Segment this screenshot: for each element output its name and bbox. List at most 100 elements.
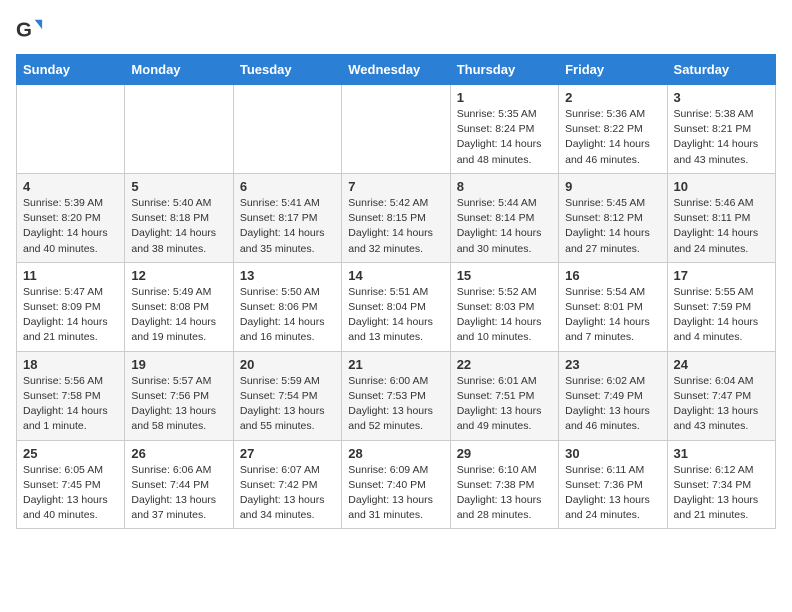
calendar-day-header: Sunday (17, 55, 125, 85)
calendar-cell: 19 Sunrise: 5:57 AM Sunset: 7:56 PM Dayli… (125, 351, 233, 440)
calendar-cell: 7 Sunrise: 5:42 AM Sunset: 8:15 PM Daylig… (342, 173, 450, 262)
day-info: Sunrise: 6:10 AM Sunset: 7:38 PM Dayligh… (457, 463, 552, 524)
logo-icon: G (16, 16, 44, 44)
day-number: 26 (131, 446, 226, 461)
calendar-cell: 6 Sunrise: 5:41 AM Sunset: 8:17 PM Daylig… (233, 173, 341, 262)
day-info: Sunrise: 5:41 AM Sunset: 8:17 PM Dayligh… (240, 196, 335, 257)
calendar-cell: 12 Sunrise: 5:49 AM Sunset: 8:08 PM Dayli… (125, 262, 233, 351)
calendar-week-row: 25 Sunrise: 6:05 AM Sunset: 7:45 PM Dayli… (17, 440, 776, 529)
calendar-cell: 14 Sunrise: 5:51 AM Sunset: 8:04 PM Dayli… (342, 262, 450, 351)
day-info: Sunrise: 6:06 AM Sunset: 7:44 PM Dayligh… (131, 463, 226, 524)
day-number: 21 (348, 357, 443, 372)
day-info: Sunrise: 6:01 AM Sunset: 7:51 PM Dayligh… (457, 374, 552, 435)
day-info: Sunrise: 5:47 AM Sunset: 8:09 PM Dayligh… (23, 285, 118, 346)
calendar-cell: 26 Sunrise: 6:06 AM Sunset: 7:44 PM Dayli… (125, 440, 233, 529)
day-number: 5 (131, 179, 226, 194)
calendar-cell: 15 Sunrise: 5:52 AM Sunset: 8:03 PM Dayli… (450, 262, 558, 351)
calendar-cell: 17 Sunrise: 5:55 AM Sunset: 7:59 PM Dayli… (667, 262, 775, 351)
calendar-cell: 9 Sunrise: 5:45 AM Sunset: 8:12 PM Daylig… (559, 173, 667, 262)
calendar-cell: 29 Sunrise: 6:10 AM Sunset: 7:38 PM Dayli… (450, 440, 558, 529)
day-number: 28 (348, 446, 443, 461)
day-info: Sunrise: 6:12 AM Sunset: 7:34 PM Dayligh… (674, 463, 769, 524)
calendar-cell: 18Sunrise: 5:56 AM Sunset: 7:58 PM Dayli… (17, 351, 125, 440)
day-info: Sunrise: 5:35 AM Sunset: 8:24 PM Dayligh… (457, 107, 552, 168)
calendar-week-row: 1 Sunrise: 5:35 AM Sunset: 8:24 PM Daylig… (17, 85, 776, 174)
day-info: Sunrise: 5:59 AM Sunset: 7:54 PM Dayligh… (240, 374, 335, 435)
day-number: 8 (457, 179, 552, 194)
calendar-cell: 20 Sunrise: 5:59 AM Sunset: 7:54 PM Dayli… (233, 351, 341, 440)
day-number: 4 (23, 179, 118, 194)
day-number: 16 (565, 268, 660, 283)
day-number: 19 (131, 357, 226, 372)
day-number: 23 (565, 357, 660, 372)
calendar-cell: 2Sunrise: 5:36 AM Sunset: 8:22 PM Daylig… (559, 85, 667, 174)
day-number: 27 (240, 446, 335, 461)
day-number: 17 (674, 268, 769, 283)
day-info: Sunrise: 5:44 AM Sunset: 8:14 PM Dayligh… (457, 196, 552, 257)
day-info: Sunrise: 5:55 AM Sunset: 7:59 PM Dayligh… (674, 285, 769, 346)
calendar-cell: 27 Sunrise: 6:07 AM Sunset: 7:42 PM Dayli… (233, 440, 341, 529)
calendar-cell: 31 Sunrise: 6:12 AM Sunset: 7:34 PM Dayli… (667, 440, 775, 529)
day-number: 3 (674, 90, 769, 105)
calendar-cell (17, 85, 125, 174)
calendar-week-row: 4 Sunrise: 5:39 AM Sunset: 8:20 PM Daylig… (17, 173, 776, 262)
day-info: Sunrise: 5:57 AM Sunset: 7:56 PM Dayligh… (131, 374, 226, 435)
calendar-cell: 30Sunrise: 6:11 AM Sunset: 7:36 PM Dayli… (559, 440, 667, 529)
day-info: Sunrise: 5:56 AM Sunset: 7:58 PM Dayligh… (23, 374, 118, 435)
calendar-day-header: Tuesday (233, 55, 341, 85)
calendar-cell (233, 85, 341, 174)
day-number: 15 (457, 268, 552, 283)
logo: G (16, 16, 48, 44)
day-info: Sunrise: 5:50 AM Sunset: 8:06 PM Dayligh… (240, 285, 335, 346)
calendar-cell: 22 Sunrise: 6:01 AM Sunset: 7:51 PM Dayli… (450, 351, 558, 440)
day-number: 10 (674, 179, 769, 194)
day-info: Sunrise: 5:54 AM Sunset: 8:01 PM Dayligh… (565, 285, 660, 346)
calendar-cell: 21Sunrise: 6:00 AM Sunset: 7:53 PM Dayli… (342, 351, 450, 440)
day-number: 25 (23, 446, 118, 461)
day-number: 1 (457, 90, 552, 105)
calendar: SundayMondayTuesdayWednesdayThursdayFrid… (16, 54, 776, 529)
day-info: Sunrise: 6:05 AM Sunset: 7:45 PM Dayligh… (23, 463, 118, 524)
day-number: 29 (457, 446, 552, 461)
day-info: Sunrise: 5:51 AM Sunset: 8:04 PM Dayligh… (348, 285, 443, 346)
day-info: Sunrise: 6:07 AM Sunset: 7:42 PM Dayligh… (240, 463, 335, 524)
day-number: 11 (23, 268, 118, 283)
day-info: Sunrise: 6:09 AM Sunset: 7:40 PM Dayligh… (348, 463, 443, 524)
day-number: 24 (674, 357, 769, 372)
day-info: Sunrise: 5:45 AM Sunset: 8:12 PM Dayligh… (565, 196, 660, 257)
calendar-cell (342, 85, 450, 174)
day-info: Sunrise: 6:04 AM Sunset: 7:47 PM Dayligh… (674, 374, 769, 435)
calendar-cell: 28 Sunrise: 6:09 AM Sunset: 7:40 PM Dayli… (342, 440, 450, 529)
day-number: 14 (348, 268, 443, 283)
calendar-day-header: Wednesday (342, 55, 450, 85)
day-info: Sunrise: 5:38 AM Sunset: 8:21 PM Dayligh… (674, 107, 769, 168)
header: G (16, 16, 776, 44)
calendar-week-row: 18Sunrise: 5:56 AM Sunset: 7:58 PM Dayli… (17, 351, 776, 440)
day-info: Sunrise: 5:49 AM Sunset: 8:08 PM Dayligh… (131, 285, 226, 346)
day-info: Sunrise: 5:40 AM Sunset: 8:18 PM Dayligh… (131, 196, 226, 257)
day-number: 22 (457, 357, 552, 372)
calendar-cell: 4 Sunrise: 5:39 AM Sunset: 8:20 PM Daylig… (17, 173, 125, 262)
calendar-cell: 13Sunrise: 5:50 AM Sunset: 8:06 PM Dayli… (233, 262, 341, 351)
calendar-cell: 25 Sunrise: 6:05 AM Sunset: 7:45 PM Dayli… (17, 440, 125, 529)
calendar-cell: 23 Sunrise: 6:02 AM Sunset: 7:49 PM Dayli… (559, 351, 667, 440)
day-number: 7 (348, 179, 443, 194)
day-number: 9 (565, 179, 660, 194)
day-info: Sunrise: 6:02 AM Sunset: 7:49 PM Dayligh… (565, 374, 660, 435)
day-number: 12 (131, 268, 226, 283)
day-number: 30 (565, 446, 660, 461)
day-info: Sunrise: 5:52 AM Sunset: 8:03 PM Dayligh… (457, 285, 552, 346)
day-info: Sunrise: 5:42 AM Sunset: 8:15 PM Dayligh… (348, 196, 443, 257)
calendar-day-header: Saturday (667, 55, 775, 85)
day-number: 31 (674, 446, 769, 461)
day-info: Sunrise: 5:36 AM Sunset: 8:22 PM Dayligh… (565, 107, 660, 168)
calendar-cell: 10Sunrise: 5:46 AM Sunset: 8:11 PM Dayli… (667, 173, 775, 262)
day-number: 6 (240, 179, 335, 194)
calendar-day-header: Monday (125, 55, 233, 85)
calendar-cell: 8 Sunrise: 5:44 AM Sunset: 8:14 PM Daylig… (450, 173, 558, 262)
day-number: 20 (240, 357, 335, 372)
day-info: Sunrise: 5:39 AM Sunset: 8:20 PM Dayligh… (23, 196, 118, 257)
calendar-cell: 3 Sunrise: 5:38 AM Sunset: 8:21 PM Daylig… (667, 85, 775, 174)
calendar-cell: 16 Sunrise: 5:54 AM Sunset: 8:01 PM Dayli… (559, 262, 667, 351)
calendar-cell: 1 Sunrise: 5:35 AM Sunset: 8:24 PM Daylig… (450, 85, 558, 174)
